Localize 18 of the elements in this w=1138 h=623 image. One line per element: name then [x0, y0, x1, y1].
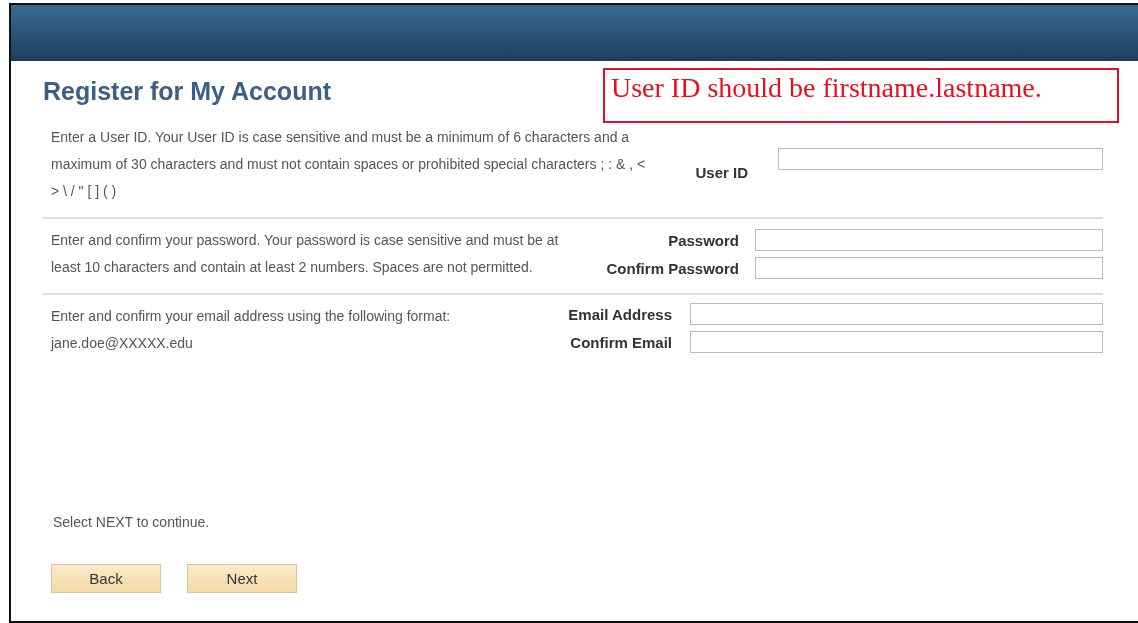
next-button[interactable]: Next	[187, 564, 297, 593]
instruction-text: Enter a User ID. Your User ID is case sensitive and must be a minimum of 6 characters and a maximum of 30 characters and must not contain spaces or prohibited special characters ; : & , < > \ / " [ ] ( )	[51, 128, 647, 201]
field-label: Email Address	[568, 305, 672, 323]
annotation-callout: User ID should be firstname.lastname.	[603, 68, 1119, 123]
instruction-text: Enter and confirm your password. Your password is case sensitive and must be at least 10 characters and contain at least 2 numbers. Spaces are not permitted.	[51, 231, 560, 277]
input-field[interactable]	[778, 148, 1103, 170]
page-title: Register for My Account	[43, 77, 331, 106]
field-label: Confirm Email	[570, 333, 672, 351]
field-label: Password	[668, 231, 739, 249]
instruction-text: Enter and confirm your email address using the following format: jane.doe@XXXXX.edu	[51, 307, 452, 353]
input-field[interactable]	[755, 257, 1103, 279]
back-button[interactable]: Back	[51, 564, 161, 593]
instruction-text: Select NEXT to continue.	[53, 514, 210, 530]
input-field[interactable]	[690, 331, 1103, 353]
field-label: Confirm Password	[606, 259, 739, 277]
input-field[interactable]	[755, 229, 1103, 251]
input-field[interactable]	[690, 303, 1103, 325]
field-label: User ID	[695, 164, 748, 181]
